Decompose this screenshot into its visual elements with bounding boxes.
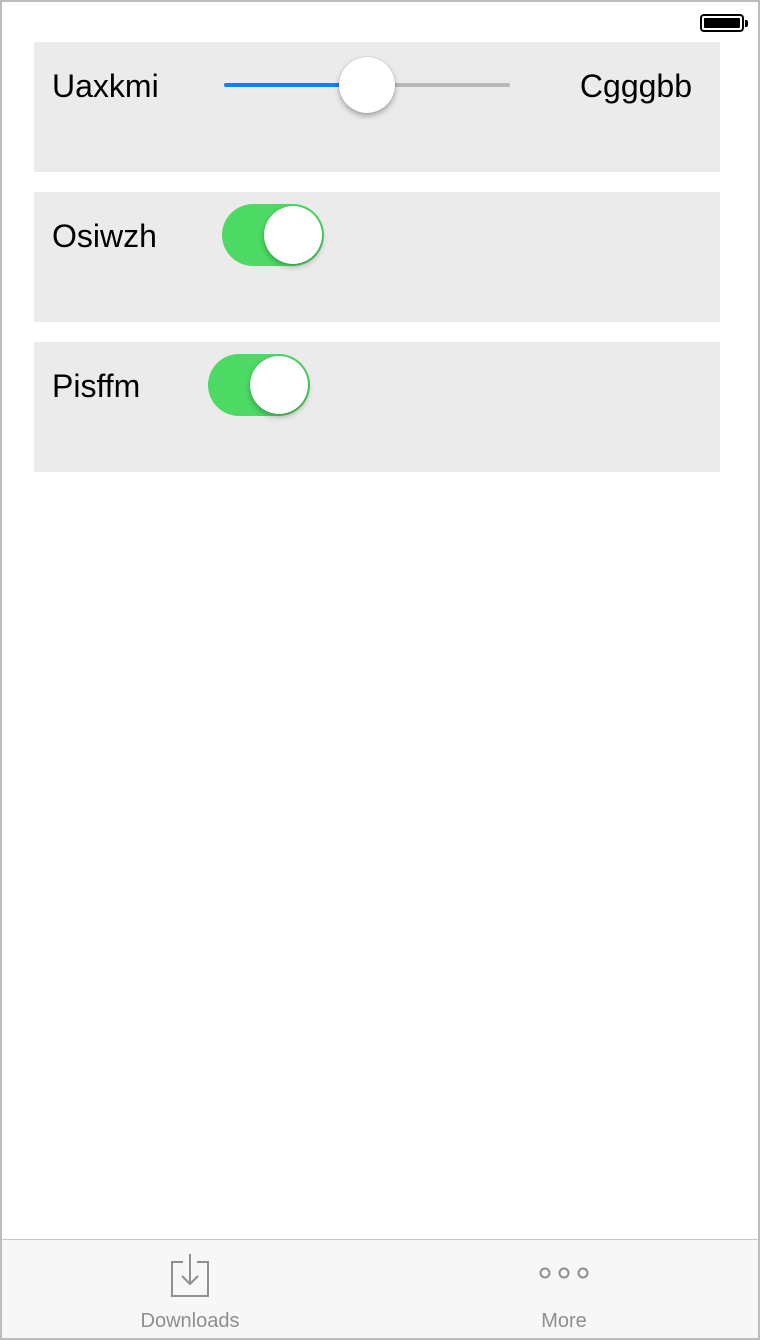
toggle-label: Pisffm (52, 368, 141, 404)
toggle-knob (264, 206, 322, 264)
tab-label-downloads: Downloads (140, 1310, 240, 1332)
toggle-knob (250, 356, 308, 414)
tab-bar: Downloads More (2, 1239, 758, 1338)
status-bar (2, 2, 758, 42)
toggle-row-osiwzh: Osiwzh (34, 192, 720, 322)
toggle-switch-pisffm[interactable] (208, 354, 310, 416)
slider-min-label: Uaxkmi (52, 68, 159, 104)
tab-label-more: More (541, 1310, 587, 1332)
toggle-row-pisffm: Pisffm (34, 342, 720, 472)
slider-row: Uaxkmi Cgggbb (34, 42, 720, 172)
value-slider[interactable] (224, 56, 510, 116)
slider-max-label: Cgggbb (579, 68, 692, 104)
battery-icon (700, 14, 748, 32)
download-icon (170, 1252, 210, 1303)
toggle-label: Osiwzh (52, 218, 157, 254)
more-icon (539, 1266, 589, 1285)
tab-more[interactable]: More (464, 1240, 664, 1338)
toggle-switch-osiwzh[interactable] (222, 204, 324, 266)
tab-downloads[interactable]: Downloads (90, 1240, 290, 1338)
phone-screen: Uaxkmi Cgggbb Osiwzh Pisffm Downloads Mo… (0, 0, 760, 1340)
slider-thumb[interactable] (339, 57, 395, 113)
